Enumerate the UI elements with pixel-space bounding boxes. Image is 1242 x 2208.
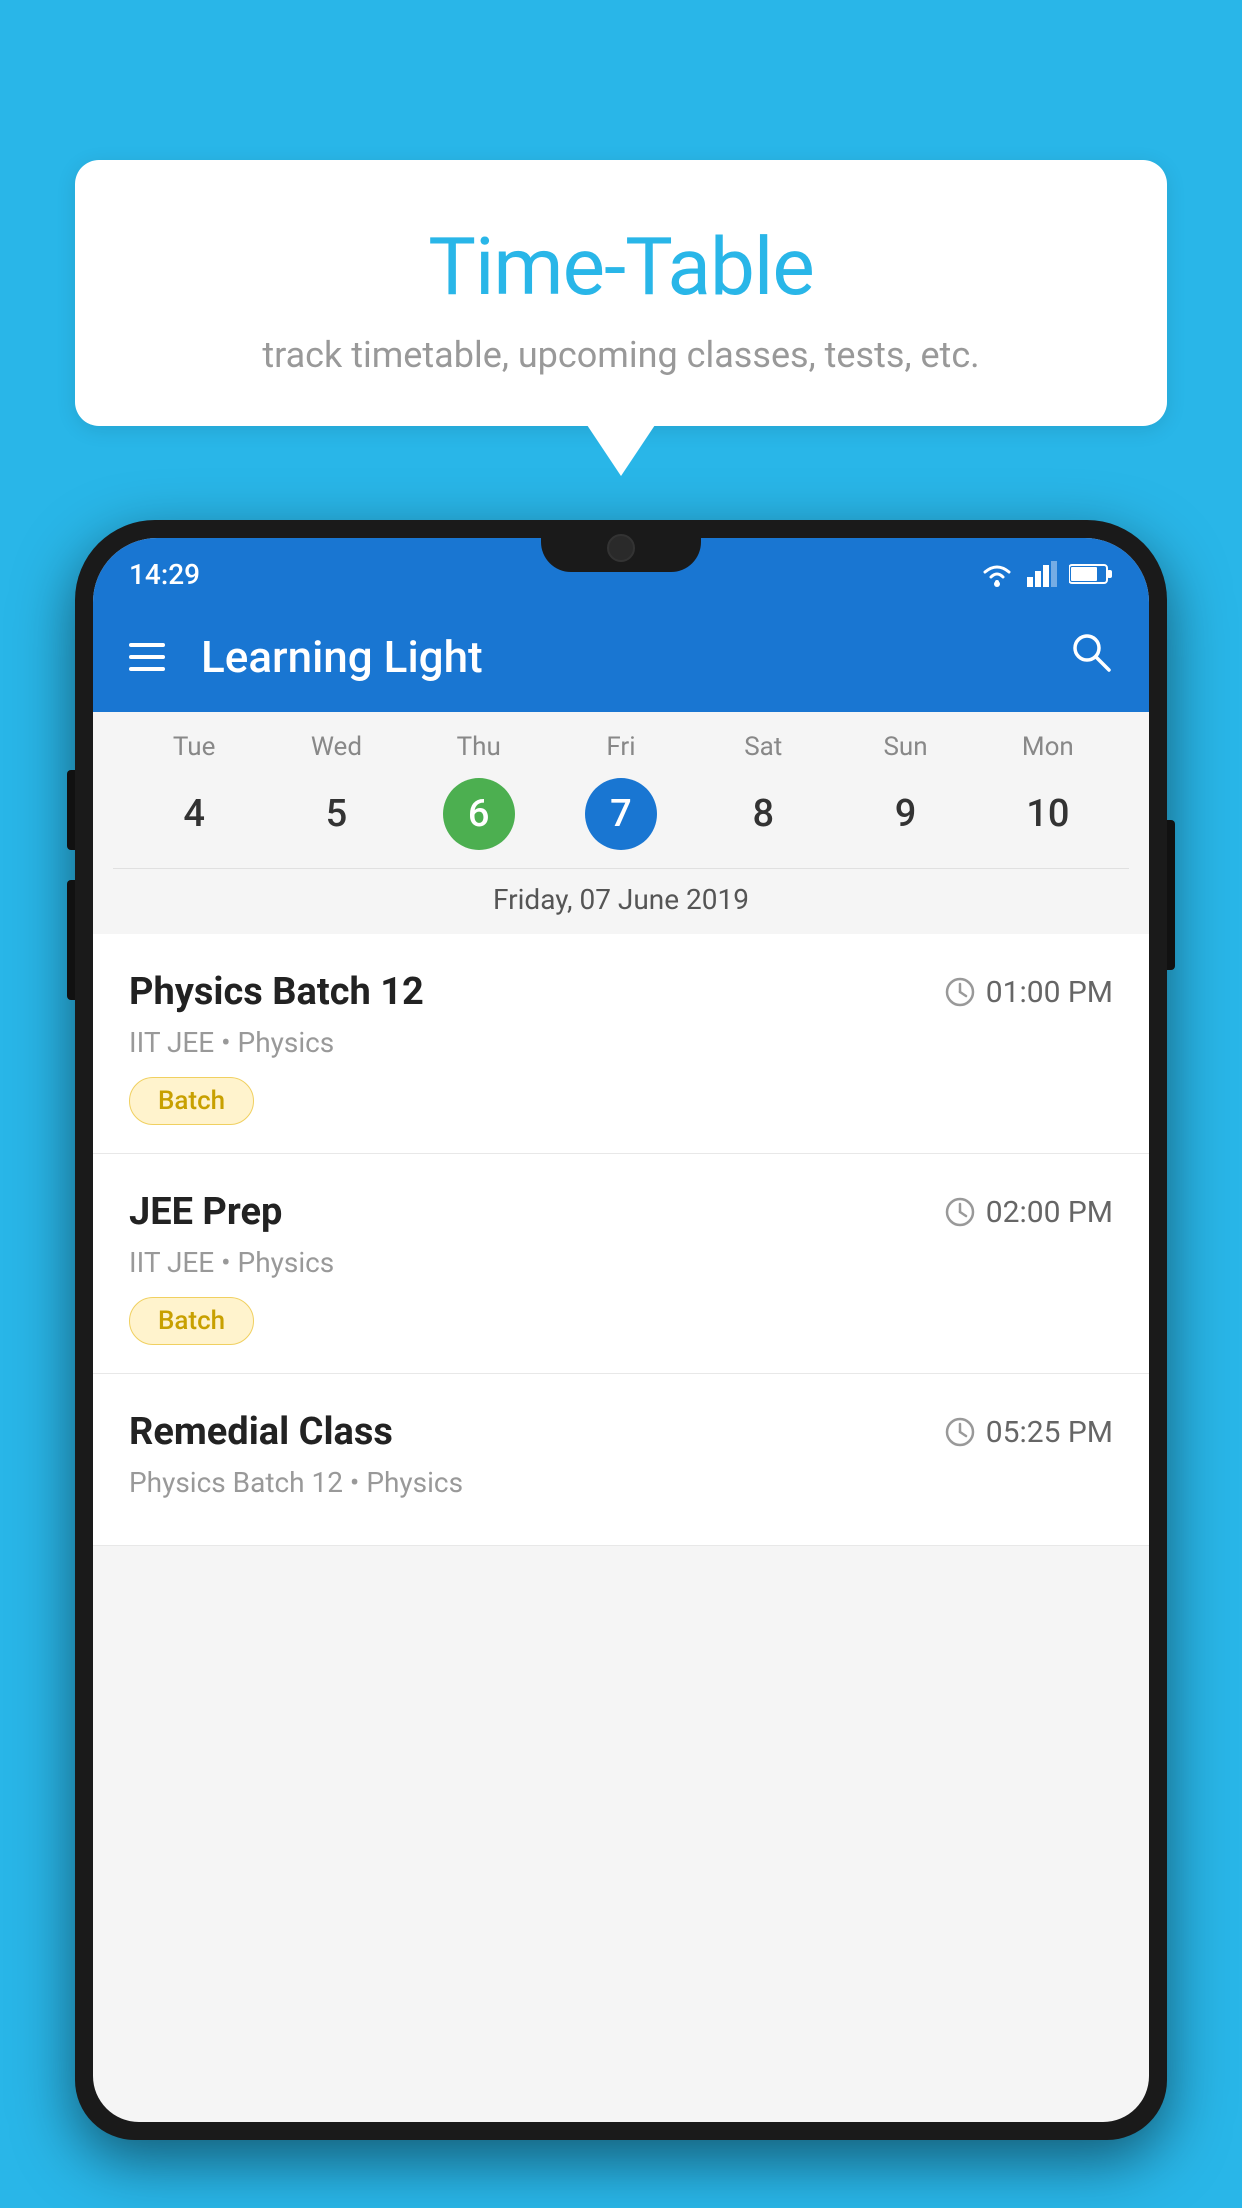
- speech-bubble-container: Time-Table track timetable, upcoming cla…: [75, 160, 1167, 426]
- weekday-label: Wed: [311, 732, 362, 762]
- weekday-label: Mon: [1022, 732, 1074, 762]
- schedule-item-time: 02:00 PM: [944, 1195, 1113, 1230]
- schedule-list: Physics Batch 12 01:00 PM IIT JEE • Phys…: [93, 934, 1149, 1546]
- app-title: Learning Light: [201, 631, 1069, 683]
- schedule-item-title: Physics Batch 12: [129, 970, 424, 1014]
- phone-screen: 14:29: [93, 538, 1149, 2122]
- batch-tag: Batch: [129, 1297, 254, 1345]
- weekday-label: Sat: [744, 732, 782, 762]
- status-time: 14:29: [129, 558, 200, 591]
- weekday-col[interactable]: Tue 4: [123, 732, 265, 850]
- schedule-item-meta: IIT JEE • Physics: [129, 1246, 1113, 1279]
- phone-outer: 14:29: [75, 520, 1167, 2140]
- weekdays-row: Tue 4 Wed 5 Thu 6 Fri 7 Sat 8 Sun 9 Mon 10: [113, 712, 1129, 860]
- schedule-item-time: 01:00 PM: [944, 975, 1113, 1010]
- search-icon[interactable]: [1069, 630, 1113, 685]
- schedule-item-meta: IIT JEE • Physics: [129, 1026, 1113, 1059]
- schedule-item-header: JEE Prep 02:00 PM: [129, 1190, 1113, 1234]
- schedule-item-meta: Physics Batch 12 • Physics: [129, 1466, 1113, 1499]
- day-number[interactable]: 10: [1012, 778, 1084, 850]
- batch-tag: Batch: [129, 1077, 254, 1125]
- weekday-col[interactable]: Thu 6: [408, 732, 550, 850]
- day-number[interactable]: 4: [158, 778, 230, 850]
- side-btn-right: [1167, 820, 1175, 970]
- app-bar: Learning Light: [93, 602, 1149, 712]
- day-number[interactable]: 7: [585, 778, 657, 850]
- weekday-label: Fri: [606, 732, 635, 762]
- schedule-item-title: Remedial Class: [129, 1410, 393, 1454]
- calendar-section: Tue 4 Wed 5 Thu 6 Fri 7 Sat 8 Sun 9 Mon 10 Friday, 07…: [93, 712, 1149, 934]
- weekday-label: Sun: [883, 732, 927, 762]
- day-number[interactable]: 5: [300, 778, 372, 850]
- status-icons: [979, 560, 1113, 588]
- schedule-item[interactable]: JEE Prep 02:00 PM IIT JEE • Physics Batc…: [93, 1154, 1149, 1374]
- day-number[interactable]: 8: [727, 778, 799, 850]
- phone-camera: [607, 534, 635, 562]
- clock-icon: [944, 1416, 976, 1448]
- battery-icon: [1069, 563, 1113, 585]
- schedule-item[interactable]: Remedial Class 05:25 PM Physics Batch 12…: [93, 1374, 1149, 1546]
- weekday-col[interactable]: Sat 8: [692, 732, 834, 850]
- hamburger-menu-icon[interactable]: [129, 643, 165, 671]
- schedule-item-title: JEE Prep: [129, 1190, 282, 1234]
- speech-bubble: Time-Table track timetable, upcoming cla…: [75, 160, 1167, 426]
- side-btn-left: [67, 770, 75, 850]
- weekday-col[interactable]: Mon 10: [977, 732, 1119, 850]
- phone-wrapper: 14:29: [75, 520, 1167, 2208]
- clock-icon: [944, 1196, 976, 1228]
- schedule-item-header: Remedial Class 05:25 PM: [129, 1410, 1113, 1454]
- selected-date-label: Friday, 07 June 2019: [113, 868, 1129, 934]
- wifi-icon: [979, 560, 1015, 588]
- signal-icon: [1027, 561, 1057, 587]
- bubble-subtitle: track timetable, upcoming classes, tests…: [115, 334, 1127, 376]
- weekday-col[interactable]: Sun 9: [834, 732, 976, 850]
- schedule-item-header: Physics Batch 12 01:00 PM: [129, 970, 1113, 1014]
- weekday-label: Thu: [457, 732, 501, 762]
- weekday-col[interactable]: Fri 7: [550, 732, 692, 850]
- bubble-title: Time-Table: [115, 220, 1127, 314]
- schedule-item[interactable]: Physics Batch 12 01:00 PM IIT JEE • Phys…: [93, 934, 1149, 1154]
- weekday-label: Tue: [173, 732, 215, 762]
- phone-notch: [541, 520, 701, 572]
- side-btn-left2: [67, 880, 75, 1000]
- day-number[interactable]: 6: [443, 778, 515, 850]
- day-number[interactable]: 9: [870, 778, 942, 850]
- weekday-col[interactable]: Wed 5: [265, 732, 407, 850]
- clock-icon: [944, 976, 976, 1008]
- schedule-item-time: 05:25 PM: [944, 1415, 1113, 1450]
